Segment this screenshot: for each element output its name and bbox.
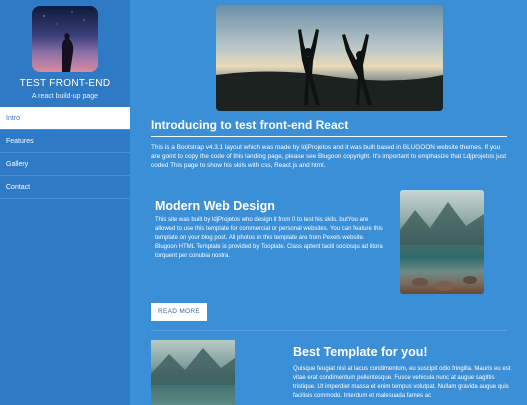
site-title: TEST FRONT-END	[19, 78, 111, 89]
intro-title: Introducing to test front-end React	[151, 118, 349, 132]
sidebar-nav: Intro Features Gallery Contact	[0, 107, 130, 199]
hero-image	[216, 5, 443, 111]
main-content: Introducing to test front-end React This…	[130, 0, 527, 405]
read-more-button[interactable]: READ MORE	[151, 303, 207, 321]
divider	[151, 330, 507, 331]
card2-text: Quisque feugiat nisl at lacus condimentu…	[293, 366, 511, 399]
avatar	[32, 6, 98, 72]
sidebar: TEST FRONT-END A react build-up page Int…	[0, 0, 130, 405]
card1-title: Modern Web Design	[155, 199, 275, 213]
sidebar-item-gallery[interactable]: Gallery	[0, 153, 130, 176]
divider	[151, 136, 507, 137]
lake-image	[400, 190, 484, 294]
sidebar-item-contact[interactable]: Contact	[0, 176, 130, 199]
sidebar-item-features[interactable]: Features	[0, 130, 130, 153]
card1-text: This site was built by ldjProjetos who d…	[155, 217, 383, 259]
card2-title: Best Template for you!	[293, 345, 428, 359]
sidebar-item-intro[interactable]: Intro	[0, 107, 130, 130]
intro-text: This is a Bootstrap v4.3.1 layout which …	[151, 144, 507, 170]
site-subtitle: A react build-up page	[31, 93, 99, 100]
lake-image	[151, 340, 235, 405]
